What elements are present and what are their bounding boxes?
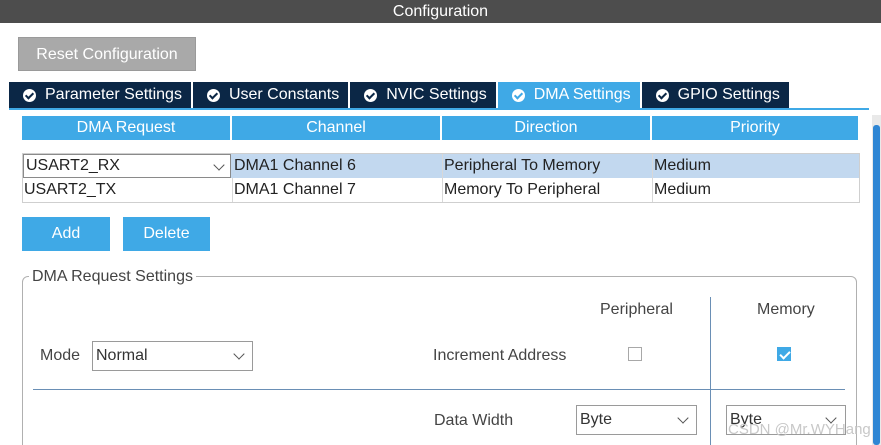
check-circle-icon — [23, 88, 36, 102]
check-circle-icon — [364, 88, 378, 102]
check-circle-icon — [206, 88, 220, 102]
column-header-priority[interactable]: Priority — [652, 116, 858, 140]
dma-request-select[interactable]: USART2_RX — [23, 154, 231, 178]
check-circle-icon — [655, 88, 669, 102]
data-width-peripheral-select[interactable]: Byte — [576, 405, 697, 435]
tab-nvic-settings[interactable]: NVIC Settings — [350, 82, 496, 108]
tab-label: User Constants — [228, 86, 340, 103]
priority-cell: Medium — [654, 157, 711, 174]
tab-parameter-settings[interactable]: Parameter Settings — [9, 82, 191, 108]
scrollbar-thumb[interactable] — [873, 125, 880, 445]
column-divider — [710, 297, 711, 445]
chevron-down-icon — [677, 412, 689, 424]
peripheral-header: Peripheral — [600, 301, 673, 318]
settings-tabs: Parameter Settings User Constants NVIC S… — [9, 82, 791, 108]
tab-user-constants[interactable]: User Constants — [192, 82, 349, 108]
data-width-label: Data Width — [434, 412, 514, 429]
memory-header: Memory — [757, 301, 815, 318]
data-width-peripheral-value: Byte — [580, 411, 613, 428]
dma-request-cell[interactable]: USART2_RX — [23, 154, 233, 178]
dma-table-header: DMA Request Channel Direction Priority — [22, 116, 858, 140]
tab-panel-border — [9, 108, 869, 114]
window-title: Configuration — [392, 3, 489, 20]
tab-label: GPIO Settings — [677, 86, 780, 103]
direction-cell: Memory To Peripheral — [443, 178, 653, 202]
window-title-bar: Configuration — [0, 0, 881, 23]
tab-label: DMA Settings — [533, 86, 631, 103]
column-header-dma-request[interactable]: DMA Request — [22, 116, 232, 140]
channel-cell: DMA1 Channel 6 — [233, 154, 443, 178]
column-header-channel[interactable]: Channel — [232, 116, 442, 140]
channel-cell: DMA1 Channel 7 — [233, 178, 443, 202]
mode-select[interactable]: Normal — [92, 341, 253, 371]
chevron-down-icon — [213, 159, 225, 171]
watermark-text: CSDN @Mr.WYHang — [728, 421, 871, 438]
delete-button[interactable]: Delete — [123, 217, 210, 251]
mode-value: Normal — [96, 347, 148, 364]
column-header-direction[interactable]: Direction — [442, 116, 652, 140]
chevron-down-icon — [233, 348, 245, 360]
dma-request-cell: USART2_TX — [23, 178, 233, 202]
tab-label: Parameter Settings — [45, 86, 182, 103]
group-legend: DMA Request Settings — [29, 268, 196, 286]
mode-label: Mode — [40, 347, 81, 364]
priority-cell: Medium — [654, 181, 711, 198]
direction-cell: Peripheral To Memory — [443, 154, 653, 178]
table-row[interactable]: USART2_RX DMA1 Channel 6 Peripheral To M… — [23, 154, 859, 178]
tab-label: NVIC Settings — [386, 86, 487, 103]
add-button[interactable]: Add — [22, 217, 110, 251]
increment-peripheral-checkbox[interactable] — [628, 347, 642, 361]
increment-memory-checkbox[interactable] — [777, 347, 791, 361]
reset-configuration-button[interactable]: Reset Configuration — [18, 37, 196, 71]
increment-address-label: Increment Address — [433, 347, 567, 364]
tab-dma-settings[interactable]: DMA Settings — [497, 82, 640, 108]
dma-request-value: USART2_RX — [26, 157, 120, 174]
row-divider — [33, 389, 845, 390]
check-circle-icon — [511, 88, 525, 102]
table-row[interactable]: USART2_TX DMA1 Channel 7 Memory To Perip… — [23, 178, 859, 202]
tab-gpio-settings[interactable]: GPIO Settings — [641, 82, 789, 108]
dma-table-body: USART2_RX DMA1 Channel 6 Peripheral To M… — [22, 153, 860, 203]
